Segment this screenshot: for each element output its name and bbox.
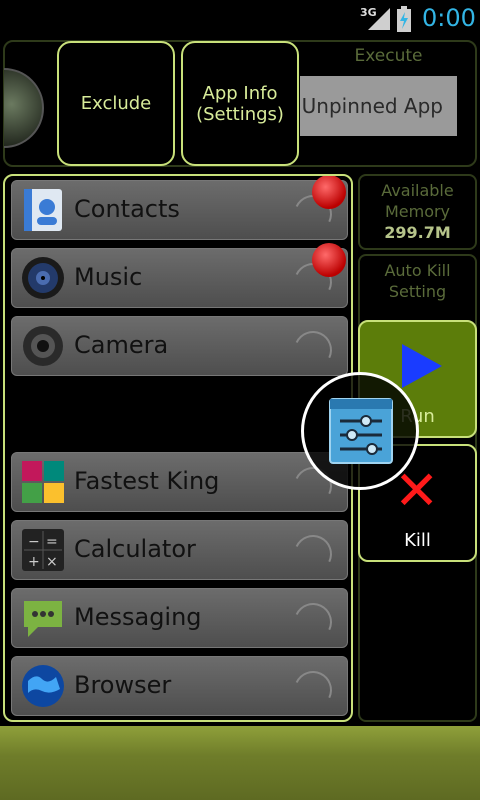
floating-settings-button[interactable] xyxy=(301,372,419,490)
bottom-bar xyxy=(0,726,480,800)
browser-icon xyxy=(22,665,64,707)
pin-icon xyxy=(312,176,346,209)
app-row-calculator[interactable]: − = + × Calculator xyxy=(11,520,348,580)
status-bar: 3G 0:00 xyxy=(0,0,480,38)
music-icon xyxy=(22,257,64,299)
app-row-messaging[interactable]: Messaging xyxy=(11,588,348,648)
play-icon xyxy=(402,344,442,388)
app-row-camera[interactable]: Camera xyxy=(11,316,348,376)
unpinned-app-button[interactable]: l Unpinned App xyxy=(300,76,457,136)
app-info-button[interactable]: App Info (Settings) xyxy=(181,41,299,166)
svg-text:−: − xyxy=(28,534,40,550)
svg-text:=: = xyxy=(46,534,58,550)
available-memory-box: Available Memory 299.7M xyxy=(358,174,477,250)
auto-kill-setting-button[interactable]: Auto Kill Setting xyxy=(358,260,477,302)
settings-sliders-icon xyxy=(329,398,393,464)
loading-spinner-icon xyxy=(288,597,338,647)
app-label: Browser xyxy=(74,671,172,699)
loading-spinner-icon xyxy=(288,665,338,715)
status-clock: 0:00 xyxy=(422,4,476,32)
app-label: Calculator xyxy=(74,535,196,563)
svg-text:×: × xyxy=(46,554,58,570)
unpinned-app-label: l Unpinned App xyxy=(300,94,443,118)
app-info-label: App Info (Settings) xyxy=(196,82,284,125)
app-list[interactable]: Contacts Music Camera Fastest King − = +… xyxy=(3,174,353,722)
signal-icon xyxy=(368,8,390,30)
exclude-label: Exclude xyxy=(80,93,152,114)
pin-icon xyxy=(312,243,346,277)
loading-spinner-icon xyxy=(288,325,338,375)
execute-label: Execute xyxy=(354,46,423,66)
contacts-icon xyxy=(24,189,62,231)
app-row-fastest-king[interactable]: Fastest King xyxy=(11,452,348,512)
app-row-music[interactable]: Music xyxy=(11,243,348,308)
app-row-contacts[interactable]: Contacts xyxy=(11,176,348,240)
app-label: Messaging xyxy=(74,603,202,631)
calculator-icon: − = + × xyxy=(22,529,64,571)
memory-value: 299.7M xyxy=(384,223,451,242)
camera-icon xyxy=(23,326,63,366)
fastest-king-icon xyxy=(22,461,64,503)
app-label: Contacts xyxy=(74,195,180,223)
selected-app-icon xyxy=(4,68,44,148)
battery-charging-icon xyxy=(397,6,411,32)
app-label: Camera xyxy=(74,331,169,359)
memory-label: Available Memory xyxy=(381,181,454,221)
app-label: Fastest King xyxy=(74,467,220,495)
exclude-button[interactable]: Exclude xyxy=(57,41,175,166)
kill-label: Kill xyxy=(404,530,431,551)
svg-text:+: + xyxy=(28,554,40,570)
messaging-icon xyxy=(24,601,62,637)
loading-spinner-icon xyxy=(288,529,338,579)
app-label: Music xyxy=(74,263,143,291)
app-row-browser[interactable]: Browser xyxy=(11,656,348,716)
